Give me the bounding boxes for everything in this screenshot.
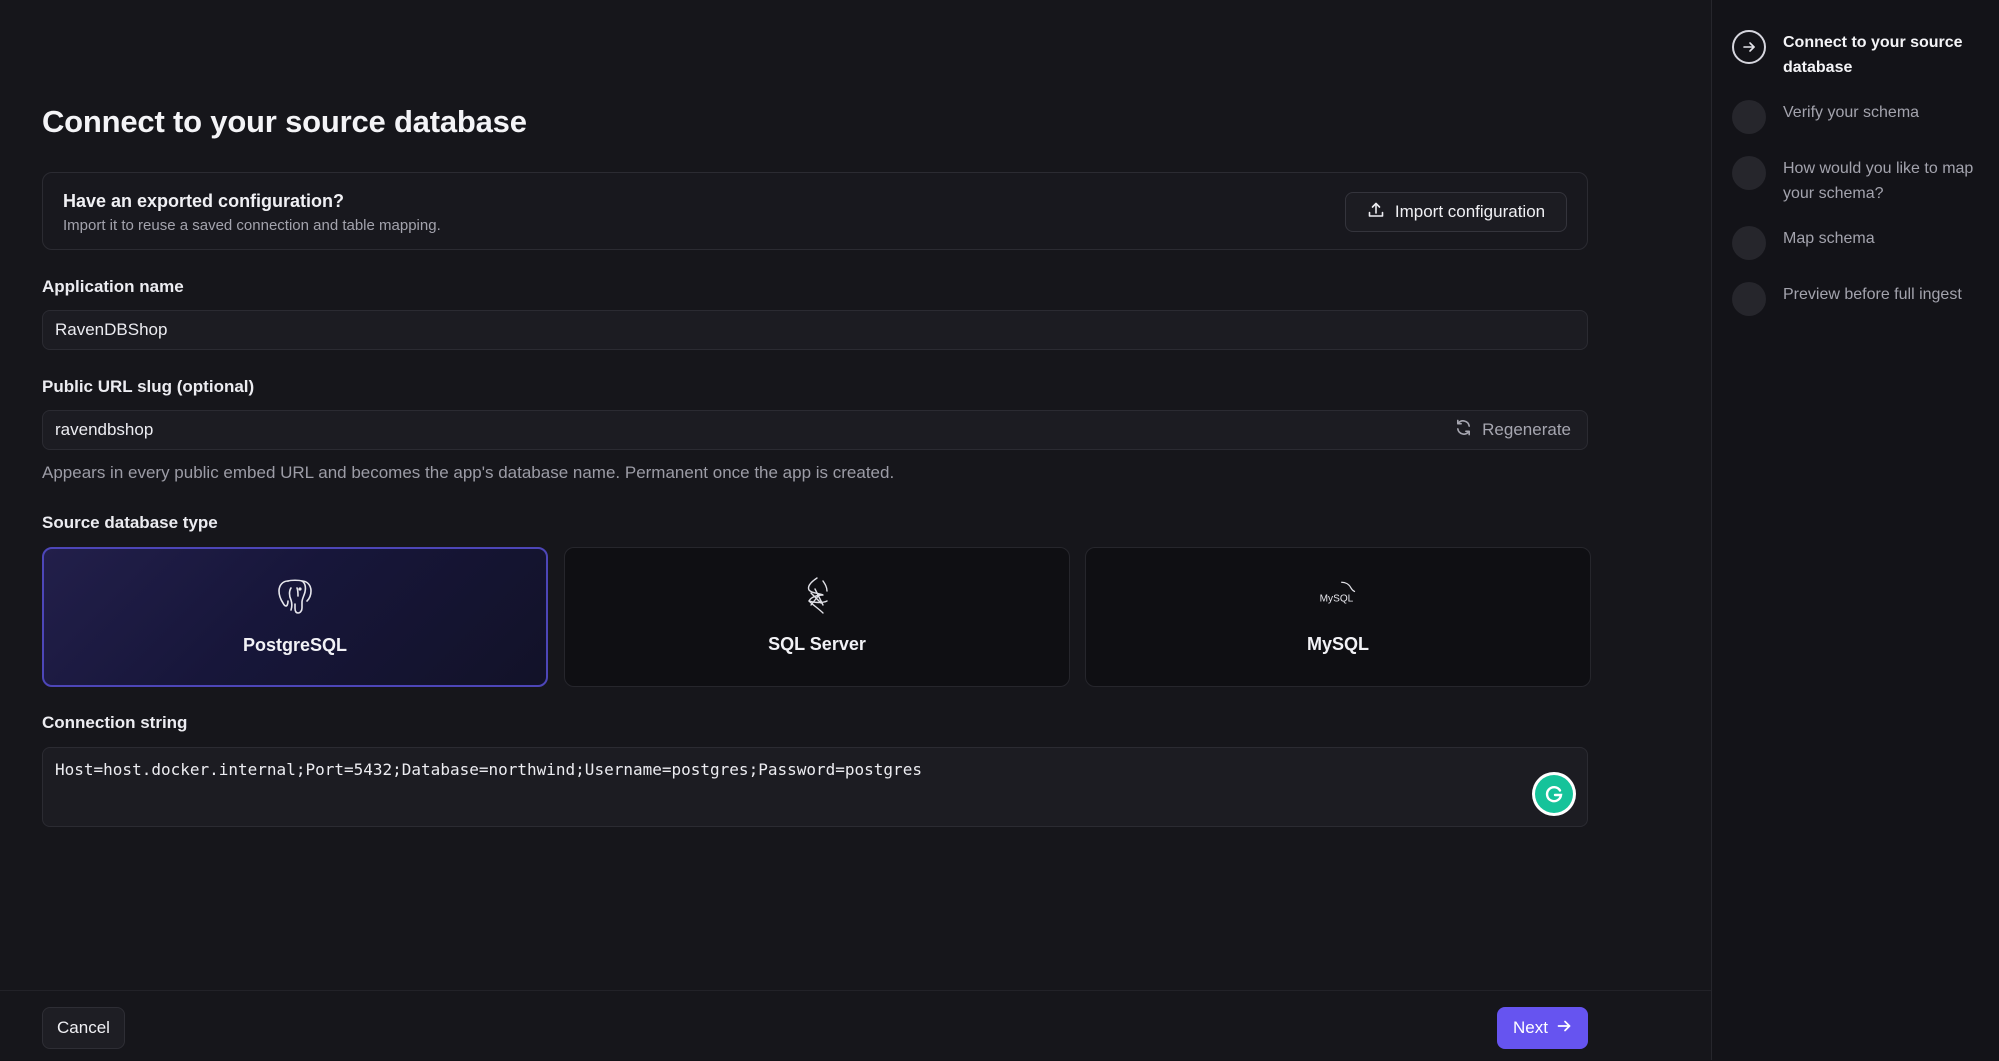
connection-string-input[interactable]: Host=host.docker.internal;Port=5432;Data… xyxy=(42,747,1588,827)
connection-string-value: Host=host.docker.internal;Port=5432;Data… xyxy=(55,760,922,779)
step-label: Connect to your source database xyxy=(1783,34,1963,76)
app-name-value: RavenDBShop xyxy=(55,320,168,339)
upload-icon xyxy=(1367,201,1385,224)
app-name-label: Application name xyxy=(42,277,184,296)
wizard-steps-panel: Connect to your source database Verify y… xyxy=(1712,0,1999,1060)
step-indicator-active xyxy=(1732,30,1766,64)
url-slug-input[interactable]: ravendbshop Regenerate xyxy=(42,410,1588,450)
step-label: Preview before full ingest xyxy=(1783,286,1962,303)
db-option-label: MySQL xyxy=(1306,634,1369,654)
db-option-mysql[interactable]: MySQL MySQL xyxy=(1085,547,1591,687)
sql-server-icon xyxy=(795,574,839,618)
page-title: Connect to your source database xyxy=(42,104,527,139)
step-indicator xyxy=(1732,282,1766,316)
next-label: Next xyxy=(1513,1018,1548,1037)
step-label: Map schema xyxy=(1783,230,1875,247)
db-option-label: PostgreSQL xyxy=(242,635,348,655)
step-indicator xyxy=(1732,156,1766,190)
import-configuration-label: Import configuration xyxy=(1394,202,1546,221)
grammarly-icon[interactable] xyxy=(1535,775,1573,813)
postgresql-elephant-icon xyxy=(273,575,317,619)
step-label: How would you like to map your schema? xyxy=(1783,160,1974,202)
footer-bar: Cancel Next xyxy=(0,990,1711,1061)
db-option-postgresql[interactable]: PostgreSQL xyxy=(42,547,548,687)
arrow-right-icon xyxy=(1556,1018,1572,1039)
step-indicator xyxy=(1732,100,1766,134)
cancel-button[interactable]: Cancel xyxy=(42,1007,125,1049)
import-configuration-button[interactable]: Import configuration xyxy=(1345,192,1567,232)
refresh-icon xyxy=(1454,418,1473,442)
next-button[interactable]: Next xyxy=(1497,1007,1588,1049)
arrow-right-icon xyxy=(1743,42,1755,52)
db-type-label: Source database type xyxy=(42,513,218,532)
db-option-sql-server[interactable]: SQL Server xyxy=(564,547,1070,687)
main-panel: Connect to your source database Have an … xyxy=(0,0,1712,1060)
connection-string-label: Connection string xyxy=(42,713,188,732)
step-label: Verify your schema xyxy=(1783,104,1920,121)
app-name-input[interactable]: RavenDBShop xyxy=(42,310,1588,350)
svg-text:MySQL: MySQL xyxy=(1320,594,1354,605)
regenerate-label: Regenerate xyxy=(1482,420,1571,439)
import-card-title: Have an exported configuration? xyxy=(63,191,345,211)
mysql-logo-icon: MySQL xyxy=(1316,574,1360,618)
regenerate-button[interactable]: Regenerate xyxy=(1454,411,1571,449)
url-slug-value: ravendbshop xyxy=(55,420,154,439)
import-card-subtitle: Import it to reuse a saved connection an… xyxy=(63,217,441,234)
url-slug-hint: Appears in every public embed URL and be… xyxy=(42,463,895,482)
step-indicator xyxy=(1732,226,1766,260)
url-slug-label: Public URL slug (optional) xyxy=(42,377,255,396)
db-option-label: SQL Server xyxy=(768,634,866,654)
import-config-card: Have an exported configuration? Import i… xyxy=(42,172,1588,250)
